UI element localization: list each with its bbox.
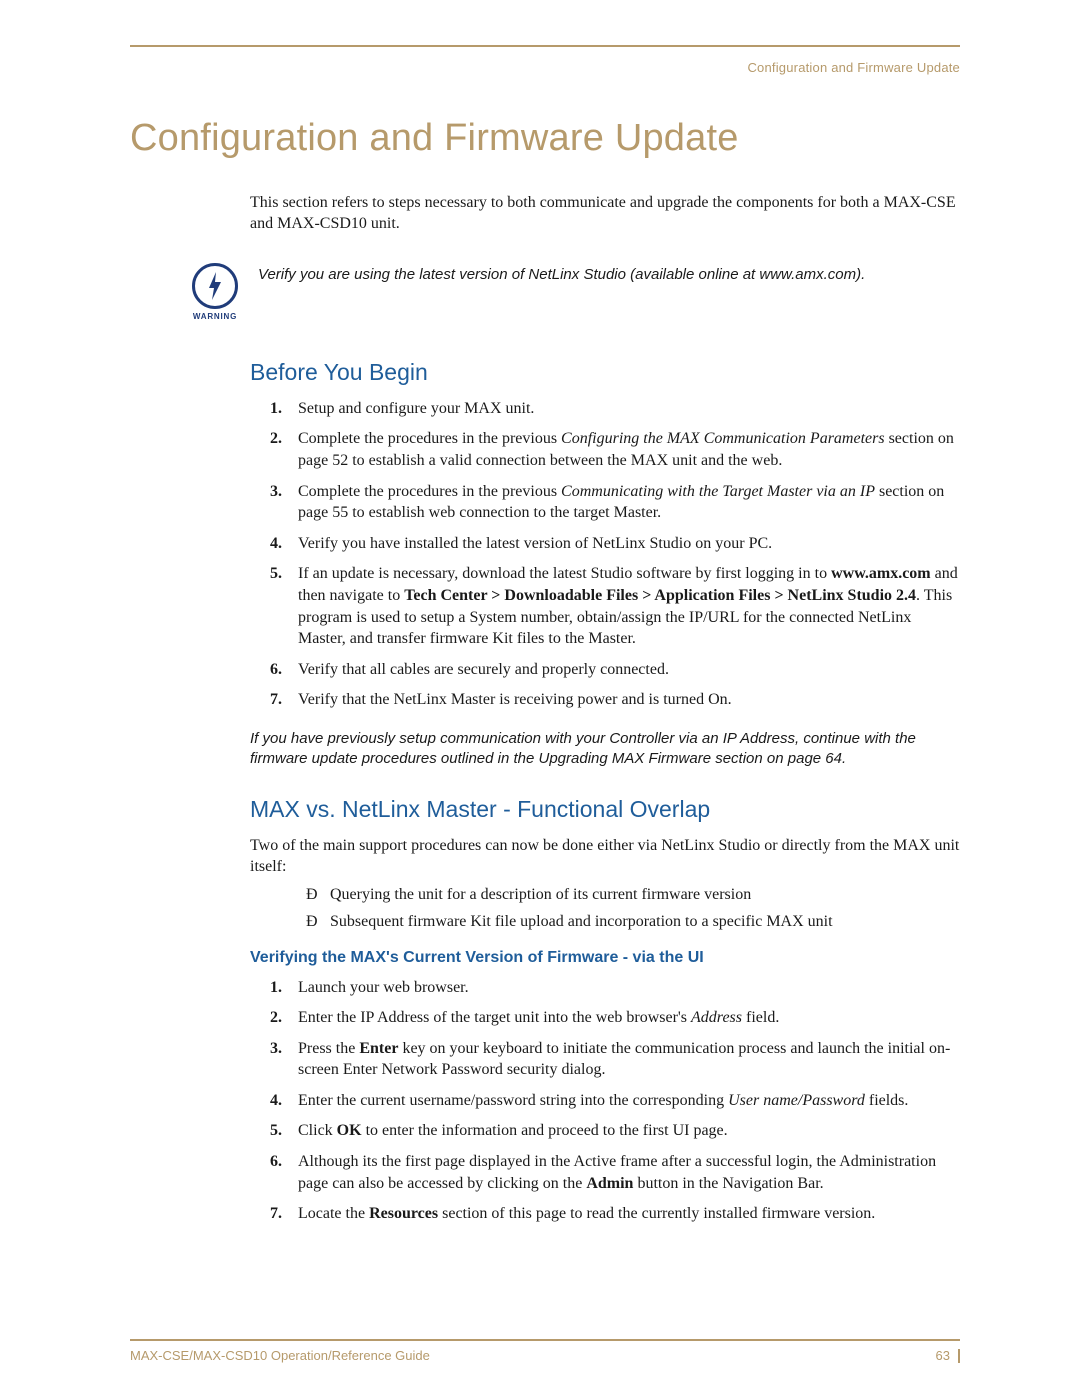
step-bold: Admin <box>586 1175 633 1192</box>
step-bold: www.amx.com <box>831 565 931 582</box>
warning-callout: WARNING Verify you are using the latest … <box>190 263 960 323</box>
list-item: 4.Verify you have installed the latest v… <box>270 533 960 555</box>
step-bold: Resources <box>369 1205 438 1222</box>
warning-icon <box>192 263 238 309</box>
overlap-bullets: Querying the unit for a description of i… <box>306 884 960 933</box>
before-steps-list: 1.Setup and configure your MAX unit. 2. … <box>270 398 960 711</box>
list-item: Subsequent firmware Kit file upload and … <box>306 911 960 933</box>
subsection-verify-firmware: Verifying the MAX's Current Version of F… <box>250 947 960 969</box>
page-number: 63 <box>936 1347 950 1365</box>
step-text: Locate the <box>298 1205 369 1222</box>
section-functional-overlap: MAX vs. NetLinx Master - Functional Over… <box>250 794 960 825</box>
intro-paragraph: This section refers to steps necessary t… <box>250 192 960 235</box>
step-text: Click <box>298 1122 337 1139</box>
note-block: If you have previously setup communicati… <box>250 729 960 770</box>
step-bold: OK <box>337 1122 362 1139</box>
list-item: 6.Verify that all cables are securely an… <box>270 659 960 681</box>
running-head: Configuration and Firmware Update <box>130 59 960 77</box>
step-text: If an update is necessary, download the … <box>298 565 831 582</box>
step-text: Verify that all cables are securely and … <box>298 661 669 678</box>
list-item: 7. Locate the Resources section of this … <box>270 1203 960 1225</box>
step-italic: Configuring the MAX Communication Parame… <box>561 430 885 447</box>
step-text: section of this page to read the current… <box>438 1205 875 1222</box>
list-item: 1.Launch your web browser. <box>270 977 960 999</box>
footer-page-number: 63 <box>936 1347 960 1365</box>
step-text: Launch your web browser. <box>298 979 469 996</box>
list-item: 3. Press the Enter key on your keyboard … <box>270 1038 960 1081</box>
step-text: to enter the information and proceed to … <box>362 1122 728 1139</box>
document-page: Configuration and Firmware Update Config… <box>0 0 1080 1397</box>
footer-doc-title: MAX-CSE/MAX-CSD10 Operation/Reference Gu… <box>130 1347 430 1365</box>
list-item: 1.Setup and configure your MAX unit. <box>270 398 960 420</box>
warning-text: Verify you are using the latest version … <box>258 263 865 285</box>
list-item: 3. Complete the procedures in the previo… <box>270 481 960 524</box>
step-text: Complete the procedures in the previous <box>298 483 561 500</box>
step-text: Setup and configure your MAX unit. <box>298 400 534 417</box>
step-text: button in the Navigation Bar. <box>633 1175 823 1192</box>
step-bold: Enter <box>359 1040 398 1057</box>
list-item: 7.Verify that the NetLinx Master is rece… <box>270 689 960 711</box>
page-number-rule <box>958 1349 960 1363</box>
section-before-you-begin: Before You Begin <box>250 357 960 388</box>
lightning-icon <box>207 272 223 300</box>
list-item: Querying the unit for a description of i… <box>306 884 960 906</box>
step-italic: User name/Password <box>728 1092 865 1109</box>
step-italic: Communicating with the Target Master via… <box>561 483 875 500</box>
step-text: Press the <box>298 1040 359 1057</box>
verify-steps-list: 1.Launch your web browser. 2. Enter the … <box>270 977 960 1225</box>
list-item: 5. If an update is necessary, download t… <box>270 563 960 649</box>
page-title: Configuration and Firmware Update <box>130 113 960 164</box>
step-italic: Address <box>691 1009 742 1026</box>
step-text: field. <box>742 1009 779 1026</box>
list-item: 5. Click OK to enter the information and… <box>270 1120 960 1142</box>
step-text: Enter the current username/password stri… <box>298 1092 728 1109</box>
top-rule <box>130 45 960 47</box>
step-bold: Tech Center > Downloadable Files > Appli… <box>404 587 916 604</box>
list-item: 2. Enter the IP Address of the target un… <box>270 1007 960 1029</box>
overlap-intro: Two of the main support procedures can n… <box>250 835 960 878</box>
list-item: 2. Complete the procedures in the previo… <box>270 428 960 471</box>
list-item: 6. Although its the first page displayed… <box>270 1151 960 1194</box>
step-text: Enter the IP Address of the target unit … <box>298 1009 691 1026</box>
step-text: Verify that the NetLinx Master is receiv… <box>298 691 732 708</box>
page-footer: MAX-CSE/MAX-CSD10 Operation/Reference Gu… <box>130 1339 960 1365</box>
warning-icon-wrap: WARNING <box>190 263 240 323</box>
list-item: 4. Enter the current username/password s… <box>270 1090 960 1112</box>
step-text: fields. <box>865 1092 909 1109</box>
step-text: Verify you have installed the latest ver… <box>298 535 772 552</box>
step-text: Complete the procedures in the previous <box>298 430 561 447</box>
warning-label: WARNING <box>190 312 240 323</box>
